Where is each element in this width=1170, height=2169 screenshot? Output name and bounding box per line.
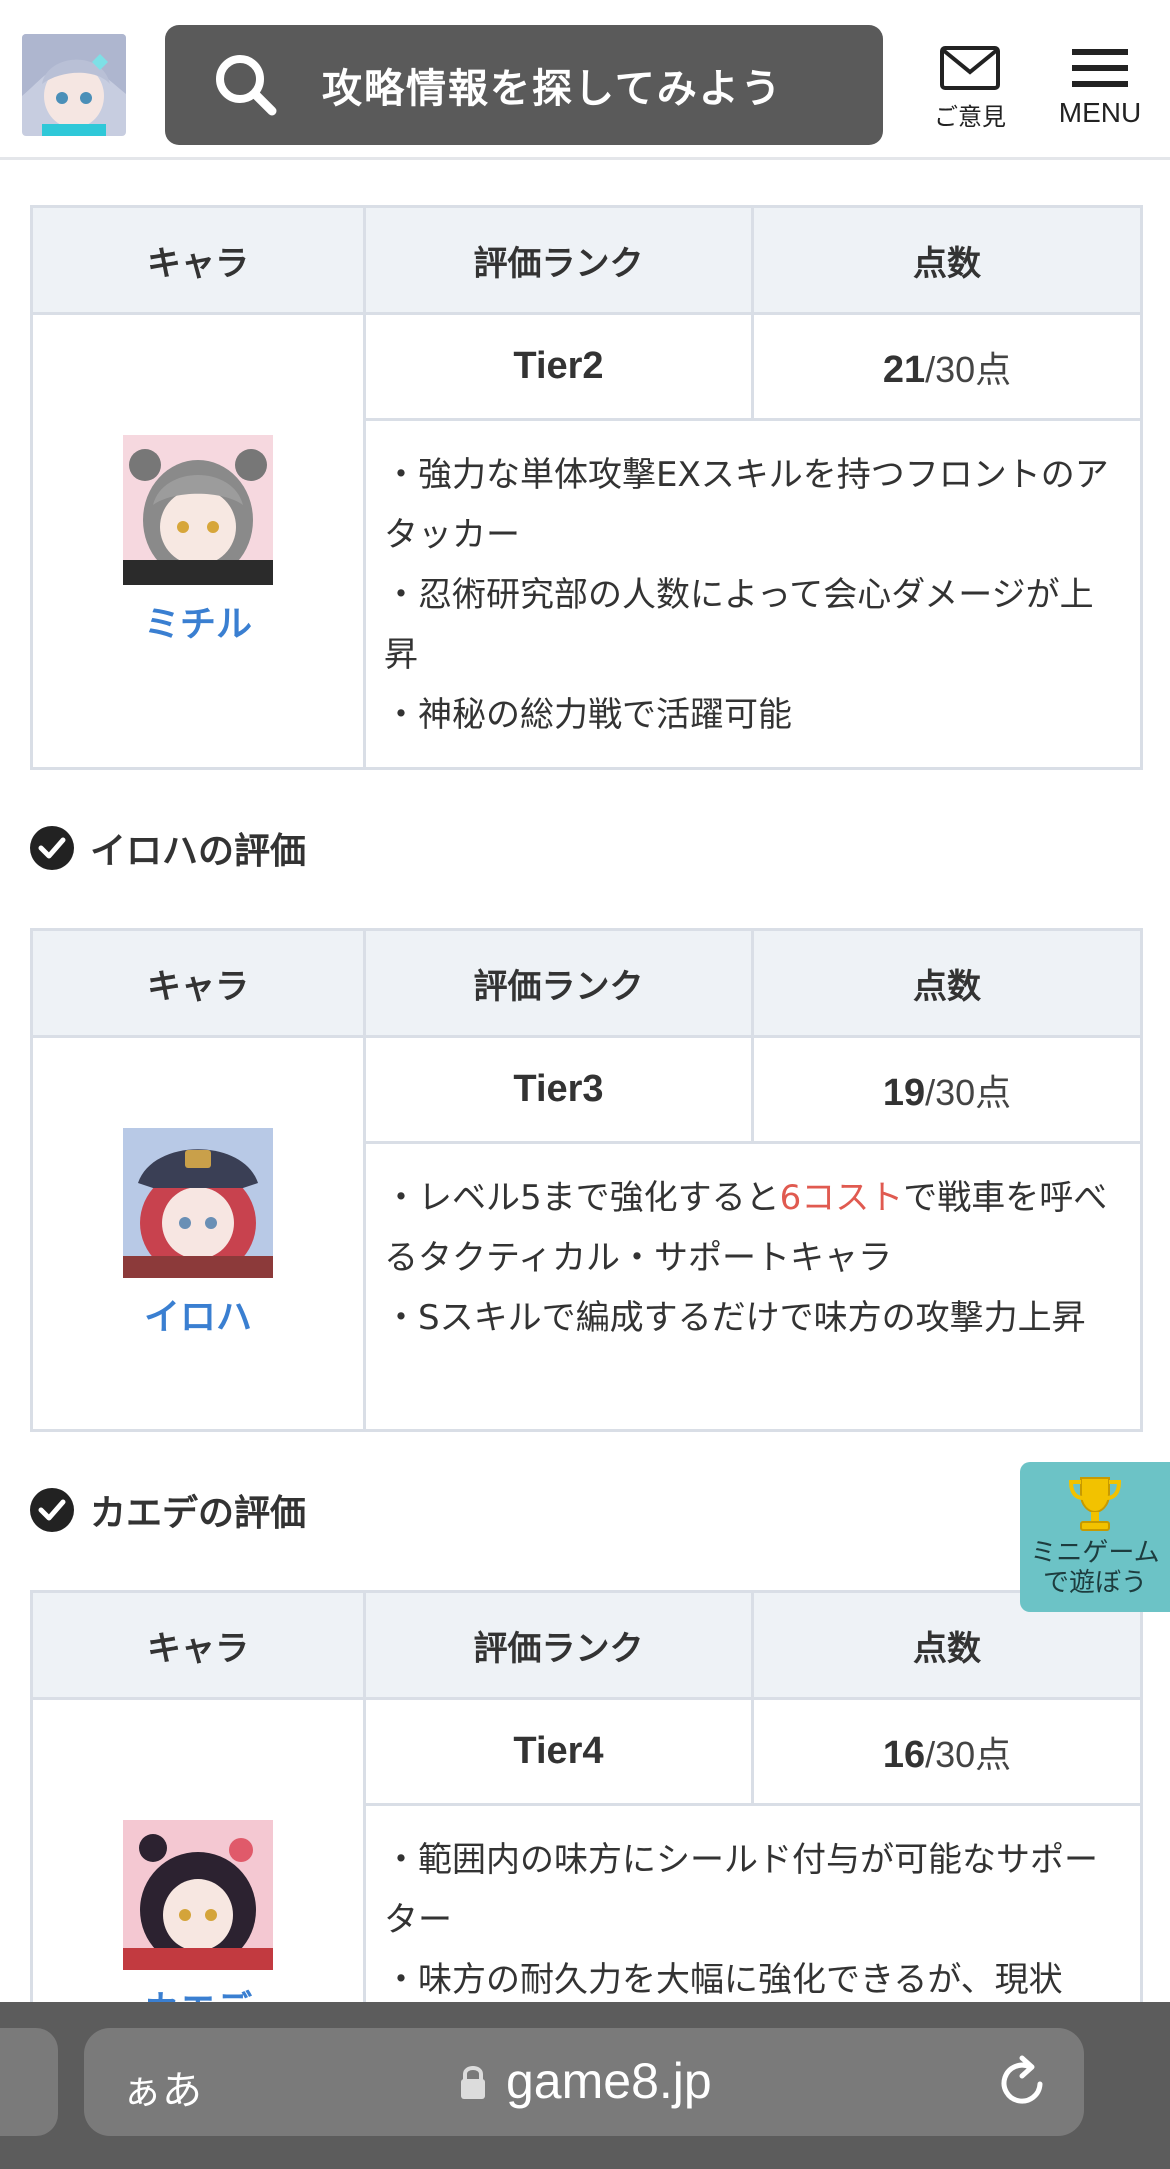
trophy-icon xyxy=(1068,1477,1122,1531)
description-line: ・範囲内の味方にシールド付与が可能なサポーター xyxy=(384,1840,1098,1940)
tier-value: Tier4 xyxy=(363,1697,754,1806)
header-chara: キャラ xyxy=(30,1590,366,1700)
tier-value: Tier3 xyxy=(363,1035,754,1144)
previous-tab[interactable] xyxy=(0,2028,58,2136)
url-text: game8.jp xyxy=(506,2053,712,2109)
character-cell: ミチル xyxy=(30,312,366,770)
text-size-button[interactable]: ぁあ xyxy=(122,2058,202,2116)
description-line: ・神秘の総力戦で活躍可能 xyxy=(384,695,792,735)
table-row: カエデ Tier4 16/30点 xyxy=(30,1697,1143,2154)
cost-highlight: 6コスト xyxy=(779,1178,904,1218)
mail-icon xyxy=(940,46,1000,90)
minigame-button[interactable]: ミニゲーム で遊ぼう xyxy=(1020,1462,1170,1612)
reload-icon[interactable] xyxy=(994,2054,1052,2112)
menu-label: MENU xyxy=(1058,97,1142,128)
description-line: ・味方の耐久力を大幅に強化できるが、現状 xyxy=(384,1960,1063,2000)
description-line: ・強力な単体攻撃EXスキルを持つフロントのアタッカー xyxy=(384,455,1109,555)
section-title: イロハの評価 xyxy=(30,818,1140,878)
description-cell: ・レベル5まで強化すると6コストで戦車を呼べるタクティカル・サポートキャラ ・S… xyxy=(363,1141,1143,1432)
score-value: 19 xyxy=(882,1071,926,1114)
check-circle-icon xyxy=(30,826,74,870)
score-cell: 21/30点 xyxy=(751,312,1143,421)
tier-value: Tier2 xyxy=(363,312,754,421)
score-cell: 16/30点 xyxy=(751,1697,1143,1806)
lock-icon xyxy=(461,2066,485,2099)
header-score: 点数 xyxy=(751,928,1143,1038)
evaluation-table: キャラ 評価ランク 点数 ミチル Tier2 21/30点 ・強力な単体攻撃EX… xyxy=(30,205,1143,770)
score-suffix: /30点 xyxy=(925,1071,1012,1113)
table-row: ミチル Tier2 21/30点 xyxy=(30,312,1143,770)
opinion-label: ご意見 xyxy=(934,103,1006,131)
table-header-row: キャラ 評価ランク 点数 xyxy=(30,205,1143,315)
description-text: ・レベル5まで強化すると xyxy=(384,1178,780,1218)
score-suffix: /30点 xyxy=(925,1733,1012,1775)
description-line: ・忍術研究部の人数によって会心ダメージが上昇 xyxy=(384,575,1094,675)
score-cell: 19/30点 xyxy=(751,1035,1143,1144)
character-cell: イロハ xyxy=(30,1035,366,1432)
hamburger-icon xyxy=(1072,49,1128,87)
header-rank: 評価ランク xyxy=(363,205,754,315)
menu-button[interactable]: MENU xyxy=(1055,45,1145,129)
description-line: ・Sスキルで編成するだけで味方の攻撃力上昇 xyxy=(384,1298,1086,1338)
character-avatar[interactable] xyxy=(123,1819,273,1970)
score-value: 16 xyxy=(882,1733,926,1776)
table-header-row: キャラ 評価ランク 点数 xyxy=(30,928,1143,1038)
table-row: イロハ Tier3 19/30点 xyxy=(30,1035,1143,1432)
site-logo[interactable] xyxy=(22,34,126,136)
search-bar[interactable]: 攻略情報を探してみよう xyxy=(165,25,883,145)
minigame-label: で遊ぼう xyxy=(1042,1568,1147,1598)
browser-toolbar: ぁあ game8.jp xyxy=(0,2002,1170,2169)
table-header-row: キャラ 評価ランク 点数 xyxy=(30,1590,1143,1700)
score-suffix: /30点 xyxy=(925,348,1012,390)
header-rank: 評価ランク xyxy=(363,928,754,1038)
address-bar[interactable]: ぁあ game8.jp xyxy=(84,2028,1084,2136)
minigame-label: ミニゲーム xyxy=(1030,1538,1160,1568)
check-circle-icon xyxy=(30,1488,74,1532)
opinion-button[interactable]: ご意見 xyxy=(930,45,1010,132)
section-title: カエデの評価 xyxy=(30,1480,1140,1540)
character-name-link[interactable]: イロハ xyxy=(33,1288,363,1340)
section-title-text: カエデの評価 xyxy=(90,1493,307,1534)
header-rank: 評価ランク xyxy=(363,1590,754,1700)
evaluation-table: キャラ 評価ランク 点数 イロハ Tier3 19/30点 ・レベル5まで強化す… xyxy=(30,928,1143,1432)
description-line: ・レベル5まで強化すると6コストで戦車を呼べるタクティカル・サポートキャラ xyxy=(384,1168,1122,1288)
description-cell: ・強力な単体攻撃EXスキルを持つフロントのアタッカー ・忍術研究部の人数によって… xyxy=(363,418,1143,770)
character-avatar[interactable] xyxy=(123,1127,273,1278)
search-icon xyxy=(216,55,277,116)
search-placeholder: 攻略情報を探してみよう xyxy=(322,66,783,112)
header-chara: キャラ xyxy=(30,928,366,1038)
header-chara: キャラ xyxy=(30,205,366,315)
character-name-link[interactable]: ミチル xyxy=(33,595,363,647)
section-title-text: イロハの評価 xyxy=(90,831,307,872)
header-score: 点数 xyxy=(751,205,1143,315)
site-header: 攻略情報を探してみよう ご意見 MENU xyxy=(0,0,1170,160)
character-avatar[interactable] xyxy=(123,435,273,585)
score-value: 21 xyxy=(882,348,926,391)
main-content: キャラ 評価ランク 点数 ミチル Tier2 21/30点 ・強力な単体攻撃EX… xyxy=(30,205,1143,2154)
